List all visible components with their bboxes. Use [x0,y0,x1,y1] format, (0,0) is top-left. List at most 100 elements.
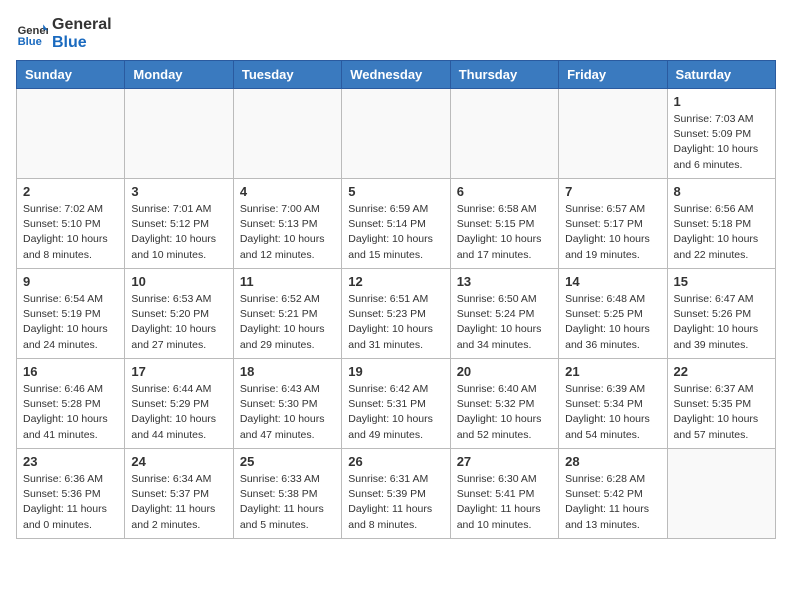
day-info: Sunrise: 6:28 AM Sunset: 5:42 PM Dayligh… [565,472,660,533]
calendar-cell: 23 Sunrise: 6:36 AM Sunset: 5:36 PM Dayli… [17,449,125,539]
day-number: 1 [674,94,769,109]
col-header-wednesday: Wednesday [342,61,450,89]
day-info: Sunrise: 6:30 AM Sunset: 5:41 PM Dayligh… [457,472,552,533]
day-number: 17 [131,364,226,379]
day-info: Sunrise: 6:59 AM Sunset: 5:14 PM Dayligh… [348,202,443,263]
day-info: Sunrise: 6:48 AM Sunset: 5:25 PM Dayligh… [565,292,660,353]
day-number: 12 [348,274,443,289]
day-number: 28 [565,454,660,469]
calendar-table: SundayMondayTuesdayWednesdayThursdayFrid… [16,60,776,539]
day-number: 10 [131,274,226,289]
day-info: Sunrise: 7:02 AM Sunset: 5:10 PM Dayligh… [23,202,118,263]
calendar-cell: 2 Sunrise: 7:02 AM Sunset: 5:10 PM Daylig… [17,179,125,269]
col-header-saturday: Saturday [667,61,775,89]
day-info: Sunrise: 6:34 AM Sunset: 5:37 PM Dayligh… [131,472,226,533]
day-number: 15 [674,274,769,289]
calendar-cell: 3 Sunrise: 7:01 AM Sunset: 5:12 PM Daylig… [125,179,233,269]
day-number: 3 [131,184,226,199]
day-info: Sunrise: 6:33 AM Sunset: 5:38 PM Dayligh… [240,472,335,533]
day-number: 19 [348,364,443,379]
day-info: Sunrise: 6:57 AM Sunset: 5:17 PM Dayligh… [565,202,660,263]
day-number: 21 [565,364,660,379]
day-info: Sunrise: 6:47 AM Sunset: 5:26 PM Dayligh… [674,292,769,353]
col-header-friday: Friday [559,61,667,89]
calendar-week-4: 16Sunrise: 6:46 AM Sunset: 5:28 PM Dayli… [17,359,776,449]
calendar-cell: 16Sunrise: 6:46 AM Sunset: 5:28 PM Dayli… [17,359,125,449]
day-info: Sunrise: 6:42 AM Sunset: 5:31 PM Dayligh… [348,382,443,443]
calendar-cell: 11 Sunrise: 6:52 AM Sunset: 5:21 PM Dayli… [233,269,341,359]
calendar-cell: 19 Sunrise: 6:42 AM Sunset: 5:31 PM Dayli… [342,359,450,449]
day-number: 24 [131,454,226,469]
day-info: Sunrise: 6:36 AM Sunset: 5:36 PM Dayligh… [23,472,118,533]
calendar-week-2: 2 Sunrise: 7:02 AM Sunset: 5:10 PM Daylig… [17,179,776,269]
calendar-cell: 18 Sunrise: 6:43 AM Sunset: 5:30 PM Dayli… [233,359,341,449]
logo-icon: General Blue [16,18,48,50]
day-number: 11 [240,274,335,289]
day-number: 8 [674,184,769,199]
svg-text:Blue: Blue [18,36,42,48]
calendar-cell: 20Sunrise: 6:40 AM Sunset: 5:32 PM Dayli… [450,359,558,449]
day-info: Sunrise: 7:03 AM Sunset: 5:09 PM Dayligh… [674,112,769,173]
day-info: Sunrise: 7:01 AM Sunset: 5:12 PM Dayligh… [131,202,226,263]
day-info: Sunrise: 6:43 AM Sunset: 5:30 PM Dayligh… [240,382,335,443]
calendar-cell: 6 Sunrise: 6:58 AM Sunset: 5:15 PM Daylig… [450,179,558,269]
calendar-cell: 4 Sunrise: 7:00 AM Sunset: 5:13 PM Daylig… [233,179,341,269]
day-number: 4 [240,184,335,199]
calendar-cell: 21Sunrise: 6:39 AM Sunset: 5:34 PM Dayli… [559,359,667,449]
logo-blue: Blue [52,34,112,52]
logo: General Blue General Blue [16,16,112,52]
calendar-cell [233,89,341,179]
calendar-cell: 14 Sunrise: 6:48 AM Sunset: 5:25 PM Dayli… [559,269,667,359]
calendar-cell [450,89,558,179]
day-number: 27 [457,454,552,469]
day-number: 16 [23,364,118,379]
day-number: 13 [457,274,552,289]
calendar-header-row: SundayMondayTuesdayWednesdayThursdayFrid… [17,61,776,89]
day-info: Sunrise: 6:52 AM Sunset: 5:21 PM Dayligh… [240,292,335,353]
calendar-cell: 13Sunrise: 6:50 AM Sunset: 5:24 PM Dayli… [450,269,558,359]
day-info: Sunrise: 6:56 AM Sunset: 5:18 PM Dayligh… [674,202,769,263]
day-info: Sunrise: 6:54 AM Sunset: 5:19 PM Dayligh… [23,292,118,353]
calendar-cell: 9 Sunrise: 6:54 AM Sunset: 5:19 PM Daylig… [17,269,125,359]
calendar-cell [667,449,775,539]
calendar-cell [17,89,125,179]
day-info: Sunrise: 6:31 AM Sunset: 5:39 PM Dayligh… [348,472,443,533]
calendar-cell: 22 Sunrise: 6:37 AM Sunset: 5:35 PM Dayli… [667,359,775,449]
day-number: 2 [23,184,118,199]
day-info: Sunrise: 6:53 AM Sunset: 5:20 PM Dayligh… [131,292,226,353]
day-number: 7 [565,184,660,199]
calendar-cell: 12 Sunrise: 6:51 AM Sunset: 5:23 PM Dayli… [342,269,450,359]
day-number: 25 [240,454,335,469]
calendar-cell [342,89,450,179]
day-number: 23 [23,454,118,469]
day-number: 6 [457,184,552,199]
col-header-tuesday: Tuesday [233,61,341,89]
day-number: 9 [23,274,118,289]
calendar-week-1: 1 Sunrise: 7:03 AM Sunset: 5:09 PM Daylig… [17,89,776,179]
calendar-cell: 15 Sunrise: 6:47 AM Sunset: 5:26 PM Dayli… [667,269,775,359]
day-info: Sunrise: 7:00 AM Sunset: 5:13 PM Dayligh… [240,202,335,263]
calendar-cell: 28 Sunrise: 6:28 AM Sunset: 5:42 PM Dayli… [559,449,667,539]
calendar-cell: 10 Sunrise: 6:53 AM Sunset: 5:20 PM Dayli… [125,269,233,359]
page-header: General Blue General Blue [16,16,776,52]
day-number: 26 [348,454,443,469]
day-number: 22 [674,364,769,379]
day-info: Sunrise: 6:58 AM Sunset: 5:15 PM Dayligh… [457,202,552,263]
day-info: Sunrise: 6:44 AM Sunset: 5:29 PM Dayligh… [131,382,226,443]
day-number: 18 [240,364,335,379]
col-header-monday: Monday [125,61,233,89]
day-info: Sunrise: 6:51 AM Sunset: 5:23 PM Dayligh… [348,292,443,353]
day-info: Sunrise: 6:37 AM Sunset: 5:35 PM Dayligh… [674,382,769,443]
logo-general: General [52,16,112,34]
col-header-sunday: Sunday [17,61,125,89]
day-number: 14 [565,274,660,289]
calendar-cell: 5 Sunrise: 6:59 AM Sunset: 5:14 PM Daylig… [342,179,450,269]
col-header-thursday: Thursday [450,61,558,89]
calendar-cell: 7 Sunrise: 6:57 AM Sunset: 5:17 PM Daylig… [559,179,667,269]
calendar-cell: 1 Sunrise: 7:03 AM Sunset: 5:09 PM Daylig… [667,89,775,179]
calendar-week-5: 23 Sunrise: 6:36 AM Sunset: 5:36 PM Dayli… [17,449,776,539]
day-number: 5 [348,184,443,199]
calendar-cell [125,89,233,179]
calendar-cell: 17 Sunrise: 6:44 AM Sunset: 5:29 PM Dayli… [125,359,233,449]
calendar-week-3: 9 Sunrise: 6:54 AM Sunset: 5:19 PM Daylig… [17,269,776,359]
